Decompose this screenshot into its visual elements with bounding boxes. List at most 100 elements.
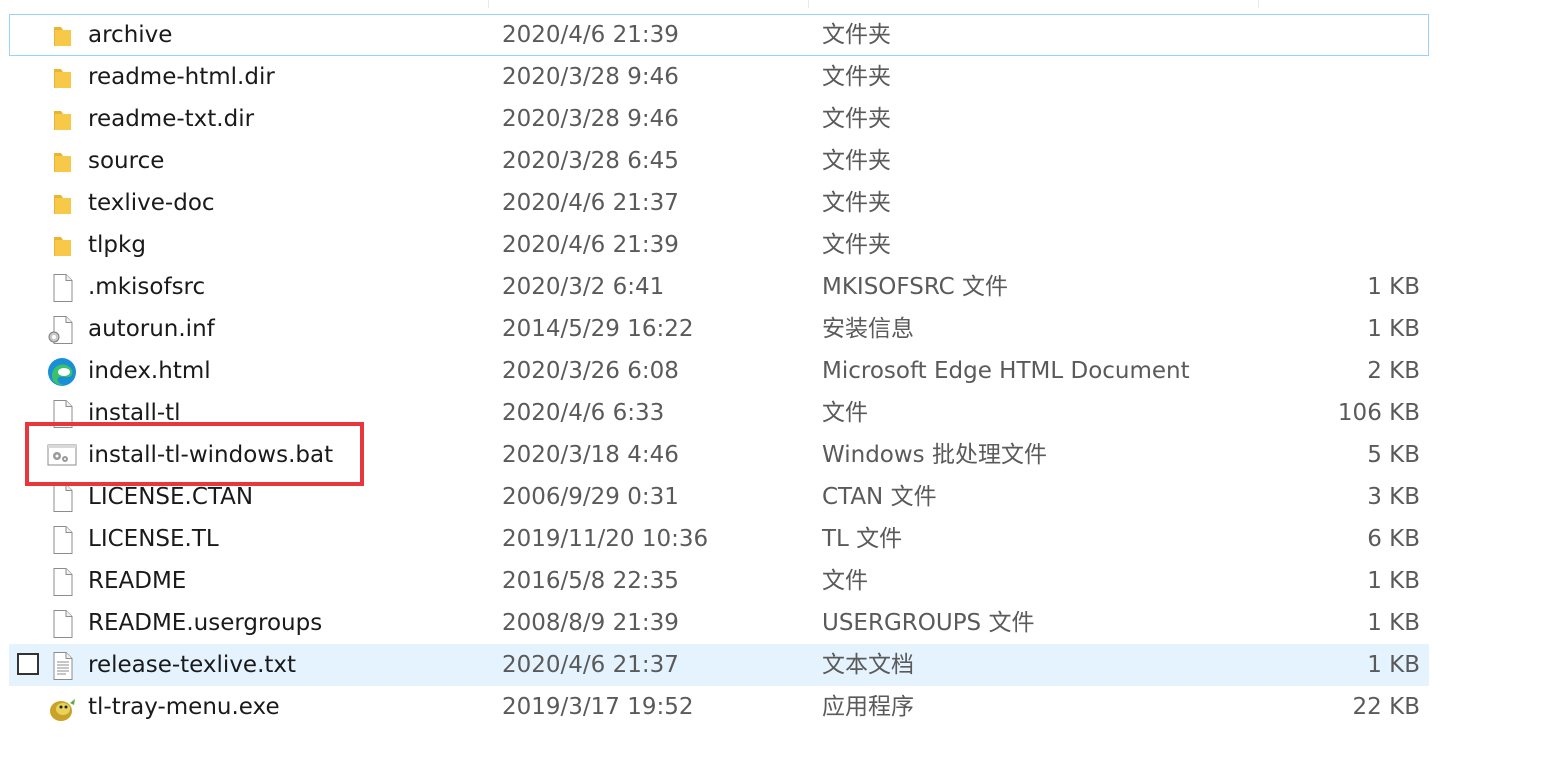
file-row[interactable]: release-texlive.txt 2020/4/6 21:37 文本文档 1 K… (9, 644, 1429, 686)
file-type: 文件 (822, 568, 868, 594)
file-size: 1 KB (1367, 652, 1420, 678)
file-size: 106 KB (1337, 400, 1420, 426)
file-row[interactable]: readme-txt.dir 2020/3/28 9:46 文件夹 (9, 98, 1429, 140)
date-modified: 2020/3/28 6:45 (502, 148, 679, 174)
file-name: tl-tray-menu.exe (88, 694, 280, 720)
file-type: Microsoft Edge HTML Document (822, 358, 1190, 384)
date-modified: 2020/3/18 4:46 (502, 442, 679, 468)
text-file-icon (46, 651, 78, 681)
file-name: install-tl (88, 400, 181, 426)
file-size: 1 KB (1367, 316, 1420, 342)
folder-icon (52, 21, 72, 51)
folder-icon (52, 231, 72, 261)
date-modified: 2019/11/20 10:36 (502, 526, 709, 552)
app-lion-icon (46, 693, 78, 723)
date-modified: 2014/5/29 16:22 (502, 316, 694, 342)
date-modified: 2020/4/6 21:39 (502, 232, 679, 258)
file-type: 文件夹 (822, 106, 891, 132)
blank-file-icon (46, 567, 78, 597)
file-name: archive (88, 22, 173, 48)
file-type: 文件夹 (822, 148, 891, 174)
file-list: archive 2020/4/6 21:39 文件夹 readme-html.dir 2… (0, 0, 1557, 764)
folder-icon (52, 63, 72, 93)
file-row[interactable]: tlpkg 2020/4/6 21:39 文件夹 (9, 224, 1429, 266)
blank-file-icon (46, 399, 78, 429)
date-modified: 2016/5/8 22:35 (502, 568, 679, 594)
date-modified: 2020/4/6 21:37 (502, 190, 679, 216)
column-divider[interactable] (488, 0, 489, 8)
file-name: readme-txt.dir (88, 106, 255, 132)
file-size: 1 KB (1367, 274, 1420, 300)
blank-file-icon (46, 483, 78, 513)
file-name: texlive-doc (88, 190, 215, 216)
settings-file-icon (46, 315, 78, 345)
edge-icon (46, 357, 78, 387)
file-row[interactable]: archive 2020/4/6 21:39 文件夹 (9, 14, 1429, 56)
file-size: 3 KB (1367, 484, 1420, 510)
file-type: 应用程序 (822, 694, 914, 720)
date-modified: 2006/9/29 0:31 (502, 484, 679, 510)
blank-file-icon (46, 609, 78, 639)
file-row[interactable]: .mkisofsrc 2020/3/2 6:41 MKISOFSRC 文件 1 KB (9, 266, 1429, 308)
file-name: README (88, 568, 187, 594)
date-modified: 2020/4/6 6:33 (502, 400, 665, 426)
row-checkbox[interactable] (17, 653, 39, 675)
file-name: LICENSE.TL (88, 526, 219, 552)
file-name: README.usergroups (88, 610, 323, 636)
file-size: 6 KB (1367, 526, 1420, 552)
file-name: .mkisofsrc (88, 274, 206, 300)
file-type: 文件 (822, 400, 868, 426)
file-name: LICENSE.CTAN (88, 484, 254, 510)
date-modified: 2020/3/28 9:46 (502, 64, 679, 90)
folder-icon (52, 189, 72, 219)
file-size: 1 KB (1367, 610, 1420, 636)
file-row[interactable]: autorun.inf 2014/5/29 16:22 安装信息 1 KB (9, 308, 1429, 350)
batch-file-icon (46, 441, 78, 471)
column-divider[interactable] (1258, 0, 1259, 8)
file-type: 文本文档 (822, 652, 914, 678)
date-modified: 2008/8/9 21:39 (502, 610, 679, 636)
date-modified: 2019/3/17 19:52 (502, 694, 694, 720)
file-name: readme-html.dir (88, 64, 275, 90)
file-row[interactable]: tl-tray-menu.exe 2019/3/17 19:52 应用程序 22 KB (9, 686, 1429, 728)
file-name: autorun.inf (88, 316, 215, 342)
file-row[interactable]: source 2020/3/28 6:45 文件夹 (9, 140, 1429, 182)
file-type: TL 文件 (822, 526, 903, 552)
date-modified: 2020/3/28 9:46 (502, 106, 679, 132)
file-row[interactable]: install-tl 2020/4/6 6:33 文件 106 KB (9, 392, 1429, 434)
date-modified: 2020/4/6 21:39 (502, 22, 679, 48)
file-size: 5 KB (1367, 442, 1420, 468)
file-type: 文件夹 (822, 22, 891, 48)
folder-icon (52, 147, 72, 177)
file-row[interactable]: README.usergroups 2008/8/9 21:39 USERGROUP… (9, 602, 1429, 644)
folder-icon (52, 105, 72, 135)
file-size: 1 KB (1367, 568, 1420, 594)
date-modified: 2020/3/2 6:41 (502, 274, 665, 300)
file-row[interactable]: LICENSE.CTAN 2006/9/29 0:31 CTAN 文件 3 KB (9, 476, 1429, 518)
file-row[interactable]: README 2016/5/8 22:35 文件 1 KB (9, 560, 1429, 602)
file-row[interactable]: index.html 2020/3/26 6:08 Microsoft Edge H… (9, 350, 1429, 392)
file-size: 22 KB (1352, 694, 1420, 720)
file-type: Windows 批处理文件 (822, 442, 1047, 468)
date-modified: 2020/4/6 21:37 (502, 652, 679, 678)
file-row[interactable]: readme-html.dir 2020/3/28 9:46 文件夹 (9, 56, 1429, 98)
file-type: MKISOFSRC 文件 (822, 274, 1009, 300)
file-type: CTAN 文件 (822, 484, 937, 510)
blank-file-icon (46, 525, 78, 555)
blank-file-icon (46, 273, 78, 303)
file-type: USERGROUPS 文件 (822, 610, 1035, 636)
file-name: index.html (88, 358, 211, 384)
column-divider[interactable] (808, 0, 809, 8)
file-row[interactable]: install-tl-windows.bat 2020/3/18 4:46 Wind… (9, 434, 1429, 476)
file-name: source (88, 148, 165, 174)
file-type: 文件夹 (822, 232, 891, 258)
date-modified: 2020/3/26 6:08 (502, 358, 679, 384)
file-row[interactable]: LICENSE.TL 2019/11/20 10:36 TL 文件 6 KB (9, 518, 1429, 560)
file-row[interactable]: texlive-doc 2020/4/6 21:37 文件夹 (9, 182, 1429, 224)
file-name: tlpkg (88, 232, 146, 258)
file-type: 文件夹 (822, 190, 891, 216)
file-type: 安装信息 (822, 316, 914, 342)
file-size: 2 KB (1367, 358, 1420, 384)
file-type: 文件夹 (822, 64, 891, 90)
file-name: install-tl-windows.bat (88, 442, 334, 468)
